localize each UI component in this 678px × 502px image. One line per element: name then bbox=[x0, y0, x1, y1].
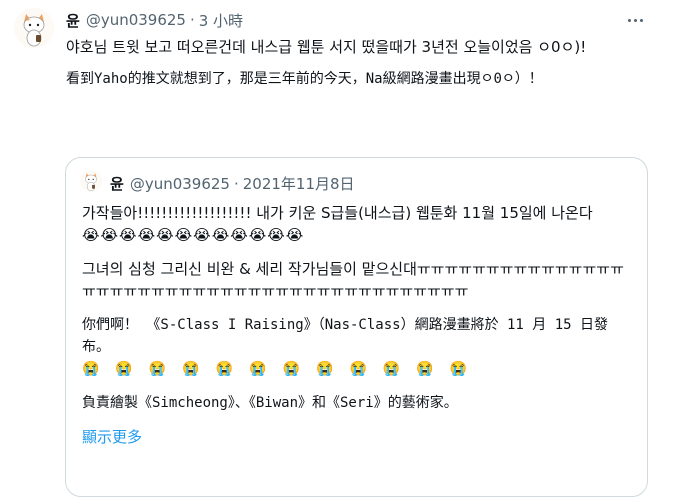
show-more-link[interactable]: 顯示更多 bbox=[82, 426, 142, 448]
crying-emoji-row: 😭😭😭😭😭😭😭😭😭😭😭😭 bbox=[82, 226, 305, 244]
quoted-text-1: 가작들아!!!!!!!!!!!!!!!!!!! 내가 키운 S급들(내스급) 웹… bbox=[82, 204, 593, 222]
crying-emoji-row: 😭😭😭😭😭😭😭😭😭😭😭😭 bbox=[82, 361, 484, 377]
quoted-avatar bbox=[80, 170, 102, 192]
quoted-line-3: 你們啊！ 《S-Class I Raising》（Nas-Class）網路漫畫將… bbox=[82, 314, 634, 380]
quoted-author-name: 윤 bbox=[110, 175, 124, 193]
quoted-line-4: 負責繪製《Simcheong》、《Biwan》和《Seri》的藝術家。 bbox=[82, 395, 458, 411]
more-options-icon[interactable] bbox=[622, 10, 648, 30]
quoted-tweet[interactable]: 윤 @yun039625 · 2021年11月8日 가작들아!!!!!!!!!!… bbox=[65, 157, 648, 497]
separator-dot: · bbox=[233, 174, 239, 193]
author-handle[interactable]: @yun039625 bbox=[86, 11, 186, 29]
quoted-line-2: 그녀의 심청 그리신 비완 & 세리 작가님들이 맡으신대ㅠㅠㅠㅠㅠㅠㅠㅠㅠㅠㅠ… bbox=[82, 260, 624, 300]
quoted-body: 가작들아!!!!!!!!!!!!!!!!!!! 내가 키운 S급들(내스급) 웹… bbox=[82, 202, 634, 448]
tweet-header: 윤 @yun039625 · 3 小時 bbox=[66, 10, 243, 30]
quoted-line-1: 가작들아!!!!!!!!!!!!!!!!!!! 내가 키운 S급들(내스급) 웹… bbox=[82, 202, 634, 246]
quoted-header: 윤 @yun039625 · 2021年11月8日 bbox=[110, 173, 355, 194]
tweet-time[interactable]: 3 小時 bbox=[199, 10, 243, 31]
tweet: 윤 @yun039625 · 3 小時 야호님 트윗 보고 떠오른건데 내스급 … bbox=[0, 0, 678, 502]
avatar[interactable] bbox=[14, 8, 54, 48]
quoted-text-3: 你們啊！ 《S-Class I Raising》（Nas-Class）網路漫畫將… bbox=[82, 317, 609, 355]
tweet-text-korean: 야호님 트윗 보고 떠오른건데 내스급 웹툰 서지 떴을때가 3년전 오늘이었음… bbox=[66, 38, 587, 56]
quoted-date: 2021年11月8日 bbox=[242, 175, 355, 193]
tweet-body: 야호님 트윗 보고 떠오른건데 내스급 웹툰 서지 떴을때가 3년전 오늘이었음… bbox=[66, 36, 658, 100]
tweet-text-chinese: 看到Yaho的推文就想到了，那是三年前的今天，Na級網路漫畫出現ㅇ0ㅇ）！ bbox=[66, 71, 543, 87]
cat-avatar-icon bbox=[14, 8, 54, 48]
separator-dot: · bbox=[189, 11, 195, 29]
cat-avatar-icon bbox=[80, 170, 102, 192]
author-name[interactable]: 윤 bbox=[66, 10, 80, 31]
quoted-author-handle: @yun039625 bbox=[129, 174, 230, 193]
